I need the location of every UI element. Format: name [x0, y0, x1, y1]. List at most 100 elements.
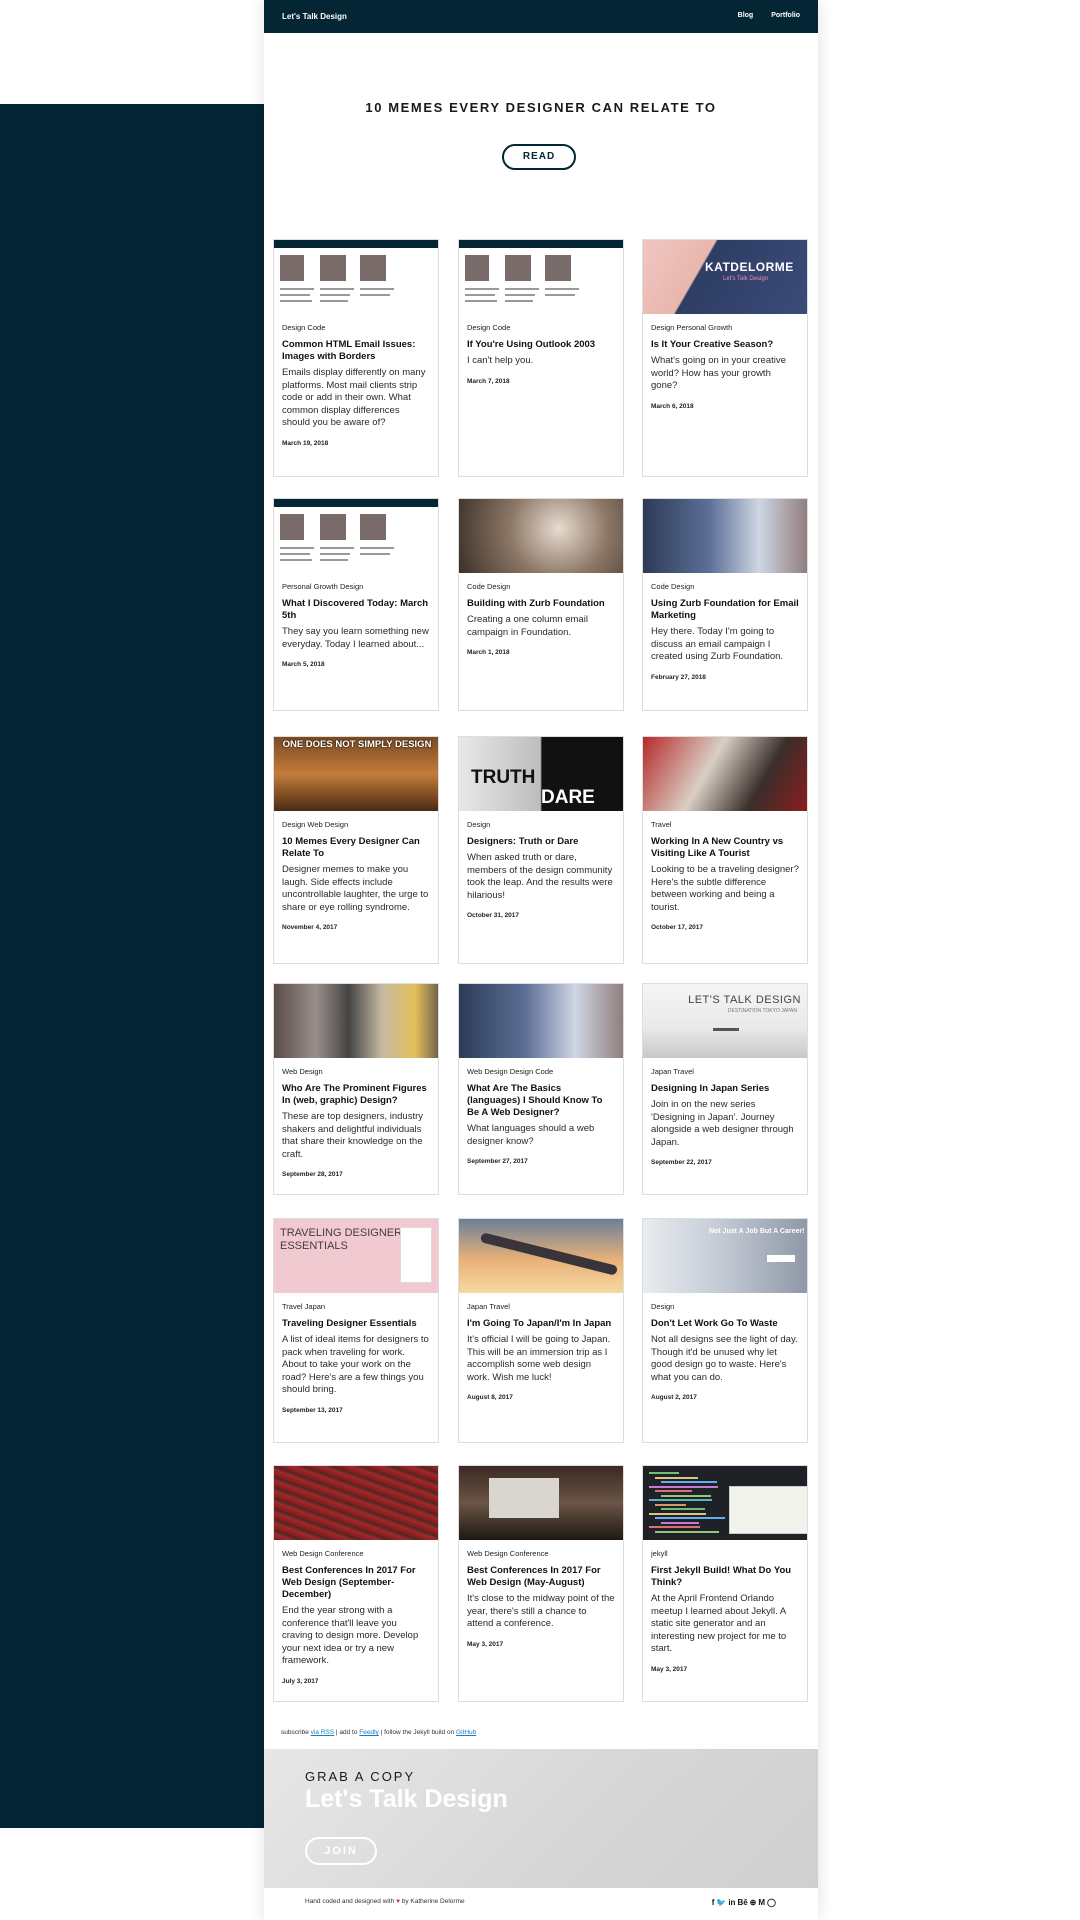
post-title[interactable]: Working In A New Country vs Visiting Lik…: [651, 836, 799, 860]
post-title[interactable]: Traveling Designer Essentials: [282, 1318, 430, 1330]
post-title[interactable]: I'm Going To Japan/I'm In Japan: [467, 1318, 615, 1330]
post-card[interactable]: Web Design Conference Best Conferences In…: [458, 1465, 624, 1702]
post-category[interactable]: Personal Growth Design: [282, 582, 430, 591]
post-card[interactable]: KATDELORME Let's Talk Design Design Person…: [642, 239, 808, 477]
post-card-body: Code Design Using Zurb Foundation for Ema…: [643, 573, 807, 681]
post-card[interactable]: Web Design Conference Best Conferences In…: [273, 1465, 439, 1702]
post-title[interactable]: What I Discovered Today: March 5th: [282, 598, 430, 622]
post-card[interactable]: Code Design Using Zurb Foundation for Ema…: [642, 498, 808, 711]
post-title[interactable]: Common HTML Email Issues: Images with Bo…: [282, 339, 430, 363]
post-card[interactable]: Japan Travel I'm Going To Japan/I'm In Ja…: [458, 1218, 624, 1443]
site-brand[interactable]: Let's Talk Design: [282, 12, 347, 21]
post-excerpt: It's official I will be going to Japan. …: [467, 1334, 611, 1383]
post-date: September 13, 2017: [282, 1406, 343, 1414]
github-icon[interactable]: ◯: [767, 1898, 776, 1907]
medium-icon[interactable]: M: [758, 1898, 765, 1907]
thumbnail-photo-1: [320, 514, 346, 540]
post-card-body: Personal Growth Design What I Discovered …: [274, 573, 438, 668]
post-category[interactable]: jekyll: [651, 1549, 799, 1558]
post-category[interactable]: Design Code: [282, 323, 430, 332]
post-card[interactable]: ONE DOES NOT SIMPLY DESIGN Design Web Des…: [273, 736, 439, 964]
post-card[interactable]: Design Code If You're Using Outlook 2003 I…: [458, 239, 624, 477]
post-date: October 17, 2017: [651, 924, 704, 931]
post-title[interactable]: Don't Let Work Go To Waste: [651, 1318, 799, 1330]
post-category[interactable]: Design Code: [467, 323, 615, 332]
thumbnail-photo-2: [360, 255, 386, 281]
post-card[interactable]: Code Design Building with Zurb Foundation…: [458, 498, 624, 711]
post-thumbnail-image[interactable]: [643, 1466, 807, 1540]
post-category[interactable]: Design Web Design: [282, 820, 430, 829]
join-button[interactable]: JOIN: [305, 1837, 377, 1865]
post-category[interactable]: Design Personal Growth: [651, 323, 799, 332]
post-thumbnail-image[interactable]: ONE DOES NOT SIMPLY DESIGN: [274, 737, 438, 811]
post-card-body: Web Design Conference Best Conferences In…: [459, 1540, 623, 1648]
post-title[interactable]: Designers: Truth or Dare: [467, 836, 615, 848]
post-category[interactable]: Japan Travel: [651, 1067, 799, 1076]
post-date: March 5, 2018: [282, 661, 325, 668]
post-category[interactable]: Web Design Conference: [467, 1549, 615, 1558]
post-title[interactable]: Designing In Japan Series: [651, 1083, 799, 1095]
post-thumbnail-image[interactable]: [274, 984, 438, 1058]
post-thumbnail-image[interactable]: [643, 499, 807, 573]
post-title[interactable]: What Are The Basics (languages) I Should…: [467, 1083, 615, 1119]
post-title[interactable]: Best Conferences In 2017 For Web Design …: [282, 1565, 430, 1601]
feedly-link[interactable]: Feedly: [359, 1729, 379, 1736]
post-card[interactable]: Web Design Design Code What Are The Basic…: [458, 983, 624, 1195]
dribbble-icon[interactable]: ⊕: [750, 1898, 757, 1907]
post-thumbnail-image[interactable]: [274, 1466, 438, 1540]
post-thumbnail-image[interactable]: KATDELORME Let's Talk Design: [643, 240, 807, 314]
post-title[interactable]: Building with Zurb Foundation: [467, 598, 615, 610]
post-category[interactable]: Japan Travel: [467, 1302, 615, 1311]
post-thumbnail-image[interactable]: [274, 499, 438, 573]
post-category[interactable]: Web Design Conference: [282, 1549, 430, 1558]
post-category[interactable]: Travel Japan: [282, 1302, 430, 1311]
facebook-icon[interactable]: f: [712, 1898, 715, 1907]
post-thumbnail-image[interactable]: [459, 240, 623, 314]
post-thumbnail-image[interactable]: LET'S TALK DESIGN DESTINATION TOKYO JAPAN: [643, 984, 807, 1058]
post-card[interactable]: TRUTH DARE Design Designers: Truth or Dare W…: [458, 736, 624, 964]
post-thumbnail-image[interactable]: TRUTH DARE: [459, 737, 623, 811]
post-title[interactable]: Who Are The Prominent Figures In (web, g…: [282, 1083, 430, 1107]
twitter-icon[interactable]: 🐦: [716, 1898, 726, 1907]
post-category[interactable]: Design: [467, 820, 615, 829]
rss-link[interactable]: via RSS: [311, 1729, 334, 1736]
post-thumbnail-image[interactable]: Not Just A Job But A Career!: [643, 1219, 807, 1293]
post-card[interactable]: Travel Working In A New Country vs Visiti…: [642, 736, 808, 964]
nav-link-blog[interactable]: Blog: [738, 12, 754, 19]
post-title[interactable]: Best Conferences In 2017 For Web Design …: [467, 1565, 615, 1589]
post-thumbnail-image[interactable]: TRAVELING DESIGNER ESSENTIALS: [274, 1219, 438, 1293]
post-thumbnail-image[interactable]: [643, 737, 807, 811]
post-title[interactable]: Is It Your Creative Season?: [651, 339, 799, 351]
post-card-body: Design Web Design 10 Memes Every Designer…: [274, 811, 438, 931]
behance-icon[interactable]: Bē: [737, 1898, 747, 1907]
github-link[interactable]: GitHub: [456, 1729, 476, 1736]
read-button[interactable]: READ: [502, 144, 576, 170]
post-category[interactable]: Code Design: [651, 582, 799, 591]
post-date: September 28, 2017: [282, 1171, 343, 1178]
post-card[interactable]: LET'S TALK DESIGN DESTINATION TOKYO JAPAN…: [642, 983, 808, 1195]
post-card[interactable]: Web Design Who Are The Prominent Figures …: [273, 983, 439, 1195]
post-title[interactable]: First Jekyll Build! What Do You Think?: [651, 1565, 799, 1589]
post-thumbnail-image[interactable]: [459, 499, 623, 573]
post-category[interactable]: Design: [651, 1302, 799, 1311]
nav-link-portfolio[interactable]: Portfolio: [771, 12, 800, 19]
post-thumbnail-image[interactable]: [274, 240, 438, 314]
post-card[interactable]: jekyll First Jekyll Build! What Do You Th…: [642, 1465, 808, 1702]
post-title[interactable]: 10 Memes Every Designer Can Relate To: [282, 836, 430, 860]
post-category[interactable]: Travel: [651, 820, 799, 829]
post-thumbnail-image[interactable]: [459, 984, 623, 1058]
post-card[interactable]: Design Code Common HTML Email Issues: Ima…: [273, 239, 439, 477]
post-title[interactable]: Using Zurb Foundation for Email Marketin…: [651, 598, 799, 622]
featured-post-title: 10 MEMES EVERY DESIGNER CAN RELATE TO: [365, 100, 717, 115]
post-card[interactable]: Personal Growth Design What I Discovered …: [273, 498, 439, 711]
post-thumbnail-image[interactable]: [459, 1466, 623, 1540]
post-thumbnail-image[interactable]: [459, 1219, 623, 1293]
post-title[interactable]: If You're Using Outlook 2003: [467, 339, 615, 351]
linkedin-icon[interactable]: in: [728, 1898, 735, 1907]
post-card[interactable]: Not Just A Job But A Career! Design Don't …: [642, 1218, 808, 1443]
post-category[interactable]: Code Design: [467, 582, 615, 591]
post-category[interactable]: Web Design Design Code: [467, 1067, 615, 1076]
post-card[interactable]: TRAVELING DESIGNER ESSENTIALS Travel Japa…: [273, 1218, 439, 1443]
airplane-wing-icon: [479, 1232, 619, 1276]
post-category[interactable]: Web Design: [282, 1067, 430, 1076]
